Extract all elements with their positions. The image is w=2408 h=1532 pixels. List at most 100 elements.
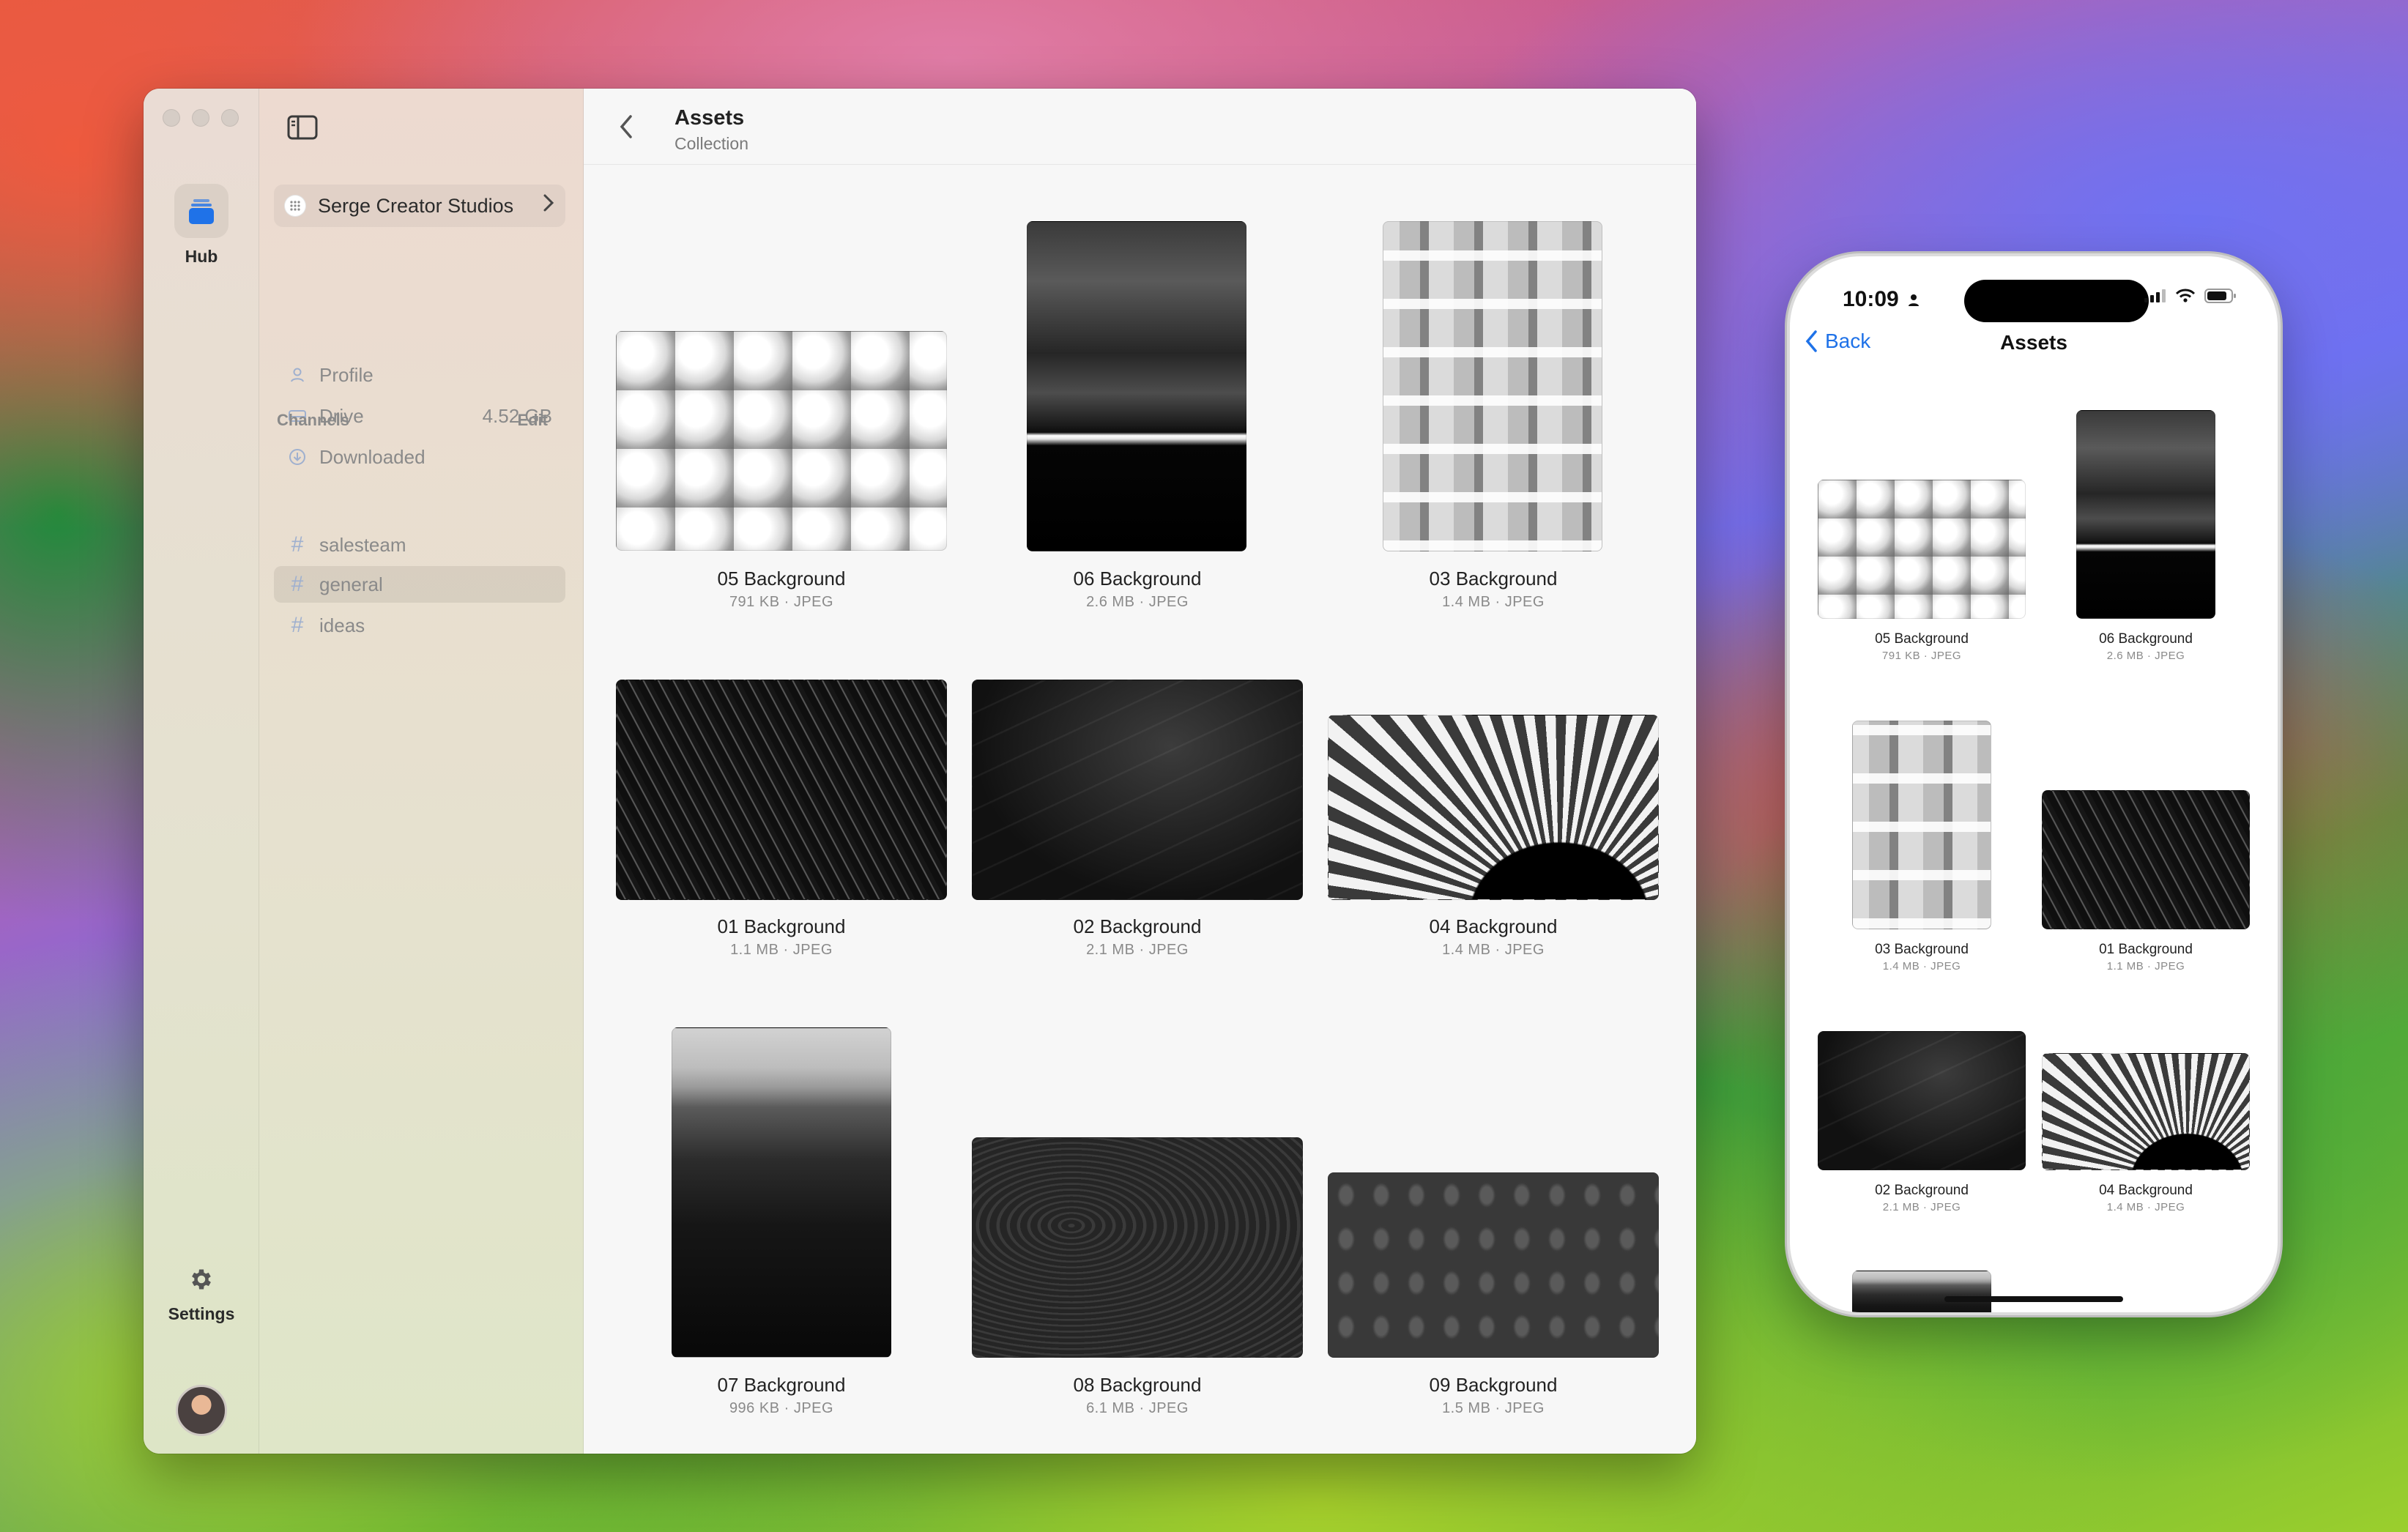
- asset-meta: 2.6 MB · JPEG: [1086, 594, 1189, 610]
- organization-name: Serge Creator Studios: [318, 194, 514, 217]
- cellular-signal-icon: [2144, 289, 2166, 307]
- channels-edit-button[interactable]: Edit: [517, 411, 548, 430]
- asset-name: 09 Background: [1429, 1374, 1558, 1396]
- grid-icon: [284, 195, 306, 217]
- asset-meta: 791 KB · JPEG: [1881, 650, 1962, 662]
- asset-thumbnail[interactable]: [1328, 715, 1659, 900]
- channel-item-salesteam[interactable]: # salesteam: [274, 527, 565, 563]
- gear-icon: [144, 1266, 259, 1295]
- asset-name: 06 Background: [2099, 631, 2193, 647]
- channels-heading: Channels: [277, 411, 350, 429]
- asset-name: 02 Background: [1875, 1183, 1969, 1198]
- rail-item-hub[interactable]: Hub: [144, 184, 259, 267]
- status-bar: 10:09: [1790, 280, 2278, 324]
- asset-name: 05 Background: [1875, 631, 1969, 647]
- asset-name: 02 Background: [1073, 915, 1202, 937]
- organization-selector[interactable]: Serge Creator Studios: [274, 185, 565, 227]
- person-icon: [1908, 288, 1920, 313]
- sidebar-item-profile[interactable]: Profile: [274, 357, 565, 393]
- zoom-window-button[interactable]: [221, 109, 239, 127]
- app-rail: Hub Settings: [144, 89, 259, 1454]
- asset-meta: 2.1 MB · JPEG: [1882, 1201, 1961, 1213]
- main-content: Assets Collection 05 Background 791 KB ·…: [584, 89, 1696, 1454]
- content-header: Assets Collection: [584, 89, 1696, 165]
- asset-thumbnail[interactable]: [1328, 1172, 1659, 1358]
- asset-thumbnail[interactable]: [1383, 221, 1602, 551]
- asset-thumbnail[interactable]: [1818, 1031, 2026, 1170]
- asset-name: 01 Background: [717, 915, 846, 937]
- status-icons: [2144, 289, 2237, 307]
- asset-meta: 2.6 MB · JPEG: [2106, 650, 2185, 662]
- asset-meta: 1.4 MB · JPEG: [1442, 594, 1545, 610]
- asset-thumbnail[interactable]: [1818, 480, 2026, 619]
- asset-name: 08 Background: [1073, 1374, 1202, 1396]
- page-subtitle: Collection: [675, 134, 748, 153]
- sidebar-toggle-icon[interactable]: [287, 115, 318, 144]
- dynamic-island: [1964, 280, 2149, 322]
- channel-label: general: [319, 573, 383, 595]
- asset-meta: 2.1 MB · JPEG: [1086, 942, 1189, 958]
- page-title: Assets: [675, 106, 745, 130]
- asset-meta: 1.4 MB · JPEG: [1882, 960, 1961, 973]
- asset-thumbnail[interactable]: [1027, 221, 1246, 551]
- asset-thumbnail[interactable]: [2042, 790, 2250, 929]
- rail-item-settings[interactable]: Settings: [144, 1266, 259, 1324]
- wifi-icon: [2175, 289, 2196, 307]
- minimize-window-button[interactable]: [192, 109, 209, 127]
- hub-icon: [174, 184, 228, 238]
- status-time: 10:09: [1843, 287, 1920, 313]
- sidebar-item-label: Downloaded: [319, 445, 426, 468]
- asset-thumbnail[interactable]: [2042, 1053, 2250, 1170]
- asset-name: 03 Background: [1429, 568, 1558, 590]
- asset-meta: 6.1 MB · JPEG: [1086, 1400, 1189, 1416]
- battery-icon: [2204, 289, 2237, 307]
- asset-thumbnail[interactable]: [616, 680, 947, 900]
- chevron-right-icon: [542, 193, 555, 218]
- download-icon: [287, 448, 308, 466]
- asset-thumbnail: [616, 331, 947, 551]
- asset-meta: 1.1 MB · JPEG: [2106, 960, 2185, 973]
- back-chevron-icon[interactable]: [617, 112, 635, 145]
- asset-thumbnail[interactable]: [672, 1027, 891, 1358]
- channels-header: Channels Edit: [277, 411, 548, 430]
- asset-thumbnail[interactable]: [1852, 721, 1991, 929]
- channel-item-ideas[interactable]: # ideas: [274, 607, 565, 644]
- page-title: Assets: [2000, 331, 2067, 354]
- channel-label: ideas: [319, 614, 365, 636]
- asset-name: 05 Background: [717, 568, 846, 590]
- channel-label: salesteam: [319, 533, 406, 556]
- asset-name: 04 Background: [2099, 1183, 2193, 1198]
- asset-name: 06 Background: [1073, 568, 1202, 590]
- asset-thumbnail[interactable]: [972, 1137, 1303, 1358]
- channel-item-general[interactable]: # general: [274, 566, 565, 603]
- sidebar: Serge Creator Studios Profile Drive 4.52…: [259, 89, 584, 1454]
- hash-icon: #: [291, 532, 304, 557]
- home-indicator: [1944, 1296, 2123, 1302]
- user-avatar[interactable]: [176, 1385, 227, 1436]
- settings-label: Settings: [168, 1304, 235, 1323]
- phone-device: 10:09 Back Assets 05 Background 791 KB ·…: [1790, 256, 2278, 1312]
- hub-label: Hub: [185, 247, 218, 266]
- hash-icon: #: [291, 613, 304, 637]
- sidebar-item-downloaded[interactable]: Downloaded: [274, 439, 565, 475]
- asset-meta: 1.5 MB · JPEG: [1442, 1400, 1545, 1416]
- close-window-button[interactable]: [163, 109, 180, 127]
- person-icon: [287, 367, 308, 383]
- asset-meta: 791 KB · JPEG: [729, 594, 834, 610]
- asset-thumbnail[interactable]: [972, 680, 1303, 900]
- mac-app-window: Hub Settings Serge Creator Studios Profi…: [144, 89, 1696, 1454]
- asset-name: 07 Background: [717, 1374, 846, 1396]
- hash-icon: #: [291, 572, 304, 596]
- asset-meta: 1.4 MB · JPEG: [1442, 942, 1545, 958]
- window-controls: [163, 109, 239, 127]
- asset-meta: 1.1 MB · JPEG: [730, 942, 833, 958]
- asset-meta: 1.4 MB · JPEG: [2106, 1201, 2185, 1213]
- asset-meta: 996 KB · JPEG: [729, 1400, 834, 1416]
- sidebar-item-label: Profile: [319, 363, 374, 386]
- asset-name: 04 Background: [1429, 915, 1558, 937]
- asset-thumbnail[interactable]: [1852, 1271, 1991, 1312]
- asset-name: 01 Background: [2099, 942, 2193, 957]
- status-time-text: 10:09: [1843, 287, 1899, 311]
- asset-name: 03 Background: [1875, 942, 1969, 957]
- asset-thumbnail[interactable]: [2076, 410, 2215, 619]
